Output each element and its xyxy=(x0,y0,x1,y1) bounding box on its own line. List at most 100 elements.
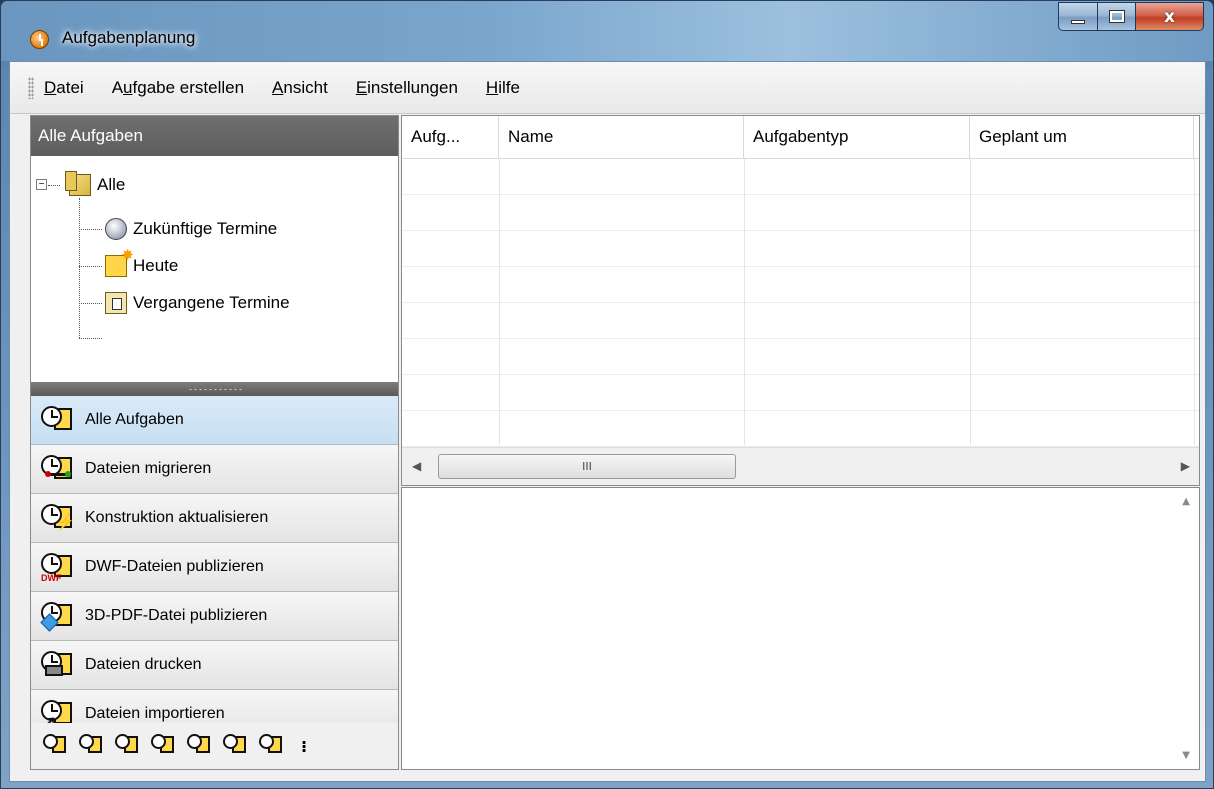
mini-clock-task-icon[interactable] xyxy=(43,733,69,759)
table-body xyxy=(402,159,1199,447)
horizontal-scrollbar[interactable]: ◀ III ▶ xyxy=(402,447,1199,485)
maximize-button[interactable] xyxy=(1098,2,1136,31)
nav-item-dateien-drucken[interactable]: Dateien drucken xyxy=(31,641,398,690)
clock-face xyxy=(43,734,58,749)
close-button[interactable]: x xyxy=(1136,2,1204,31)
mnemonic: E xyxy=(355,77,368,97)
column-header-aufgabentyp[interactable]: Aufgabentyp xyxy=(744,116,970,158)
menu-einstellungen[interactable]: Einstellungen xyxy=(356,78,458,98)
app-window: Aufgabenplanung x Datei Aufgabe erstelle… xyxy=(0,0,1214,789)
menu-ansicht[interactable]: Ansicht xyxy=(272,78,328,98)
menu-aufgabe-erstellen[interactable]: Aufgabe erstellen xyxy=(112,78,244,98)
mnemonic: A xyxy=(272,77,284,97)
grid-column-line xyxy=(1194,159,1195,445)
grid-column-line xyxy=(970,159,971,445)
tree-node-past[interactable]: Vergangene Termine xyxy=(105,288,290,318)
clock-face xyxy=(41,553,62,574)
nav-label: Dateien drucken xyxy=(85,656,202,673)
table-row xyxy=(402,411,1199,447)
tree-line xyxy=(48,185,60,186)
task-type-list: Alle Aufgaben Dateien migrieren ⚡ Konstr… xyxy=(31,396,398,739)
table-row xyxy=(402,231,1199,267)
globe-icon xyxy=(105,218,127,240)
scroll-up-icon[interactable]: ▲ xyxy=(1182,496,1190,507)
tree-label: Alle xyxy=(97,175,126,194)
folders-icon xyxy=(65,171,91,196)
nav-item-konstruktion-aktualisieren[interactable]: ⚡ Konstruktion aktualisieren xyxy=(31,494,398,543)
3d-pdf-icon xyxy=(40,600,73,632)
menu-rest: ilfe xyxy=(498,77,520,97)
scroll-left-icon[interactable]: ◀ xyxy=(412,459,421,473)
close-icon: x xyxy=(1164,6,1175,27)
task-tree: − Alle Zukünftige Termine Heute xyxy=(31,156,398,382)
tree-expander[interactable]: − xyxy=(36,179,47,190)
clock-face xyxy=(223,734,238,749)
table-row xyxy=(402,159,1199,195)
task-table: Aufg... Name Aufgabentyp Geplant um ◀ II… xyxy=(401,115,1200,486)
scroll-thumb[interactable]: III xyxy=(438,454,736,479)
tree-label: Heute xyxy=(133,256,179,275)
nav-label: Konstruktion aktualisieren xyxy=(85,509,269,526)
overflow-chevron-icon[interactable]: ⁝ xyxy=(301,737,307,756)
mini-dwf-icon[interactable] xyxy=(151,733,177,759)
pane-splitter[interactable] xyxy=(31,382,398,396)
column-header-geplant-um[interactable]: Geplant um xyxy=(970,116,1194,158)
mini-import-icon[interactable] xyxy=(259,733,285,759)
scroll-down-icon[interactable]: ▼ xyxy=(1182,750,1190,761)
dwf-icon: DWF xyxy=(41,551,73,583)
menu-datei[interactable]: Datei xyxy=(44,78,84,98)
maximize-icon xyxy=(1108,10,1125,23)
detail-pane[interactable]: ▲ ▼ xyxy=(401,487,1200,770)
nav-item-3d-pdf-publizieren[interactable]: 3D-PDF-Datei publizieren xyxy=(31,592,398,641)
tree-line xyxy=(79,266,102,267)
mini-migrate-icon[interactable] xyxy=(79,733,105,759)
menu-rest: fgabe erstellen xyxy=(132,77,245,97)
menu-rest: nsicht xyxy=(283,77,328,97)
mnemonic: H xyxy=(485,77,499,97)
mini-task-bar: ⁝ xyxy=(31,723,398,769)
nav-item-alle-aufgaben[interactable]: Alle Aufgaben xyxy=(31,396,398,445)
table-row xyxy=(402,303,1199,339)
menu-rest: instellungen xyxy=(367,77,458,97)
migrate-arrow xyxy=(45,471,71,477)
scroll-grip: III xyxy=(582,460,592,473)
clock-face xyxy=(151,734,166,749)
mini-3d-pdf-icon[interactable] xyxy=(187,733,213,759)
mini-print-icon[interactable] xyxy=(223,733,249,759)
tree-node-future[interactable]: Zukünftige Termine xyxy=(105,214,277,244)
grid-column-line xyxy=(744,159,745,445)
scroll-right-icon[interactable]: ▶ xyxy=(1181,459,1190,473)
table-row xyxy=(402,375,1199,411)
table-row xyxy=(402,195,1199,231)
update-design-icon: ⚡ xyxy=(41,502,75,534)
clock-face xyxy=(259,734,274,749)
nav-label: Dateien migrieren xyxy=(85,460,212,477)
clock-app-icon xyxy=(30,30,49,49)
minimize-icon xyxy=(1071,19,1085,24)
dwf-badge: DWF xyxy=(41,573,62,583)
migrate-icon xyxy=(41,453,73,485)
tree-line xyxy=(79,229,102,230)
clock-face xyxy=(79,734,94,749)
tree-node-today[interactable]: Heute xyxy=(105,246,179,281)
nav-label: 3D-PDF-Datei publizieren xyxy=(85,607,268,624)
clock-face xyxy=(115,734,130,749)
minimize-button[interactable] xyxy=(1058,2,1098,31)
pane-header: Alle Aufgaben xyxy=(31,116,398,156)
toolbar-grip[interactable] xyxy=(28,76,34,99)
nav-item-dwf-publizieren[interactable]: DWF DWF-Dateien publizieren xyxy=(31,543,398,592)
menu-bar: Datei Aufgabe erstellen Ansicht Einstell… xyxy=(10,62,1205,114)
nav-label: Alle Aufgaben xyxy=(85,411,184,428)
mini-update-design-icon[interactable] xyxy=(115,733,141,759)
clock-task-icon xyxy=(41,404,73,436)
tree-node-alle[interactable]: Alle xyxy=(65,170,126,200)
mnemonic: D xyxy=(44,77,57,97)
column-header-name[interactable]: Name xyxy=(499,116,744,158)
left-pane: Alle Aufgaben − Alle Zukünftige Termine xyxy=(30,115,399,770)
nav-item-dateien-migrieren[interactable]: Dateien migrieren xyxy=(31,445,398,494)
title-bar[interactable]: Aufgabenplanung x xyxy=(1,1,1213,61)
menu-pre: A xyxy=(111,77,124,97)
column-header-aufgabe[interactable]: Aufg... xyxy=(402,116,499,158)
menu-hilfe[interactable]: Hilfe xyxy=(486,78,520,98)
bolt-badge: ⚡ xyxy=(55,514,75,531)
